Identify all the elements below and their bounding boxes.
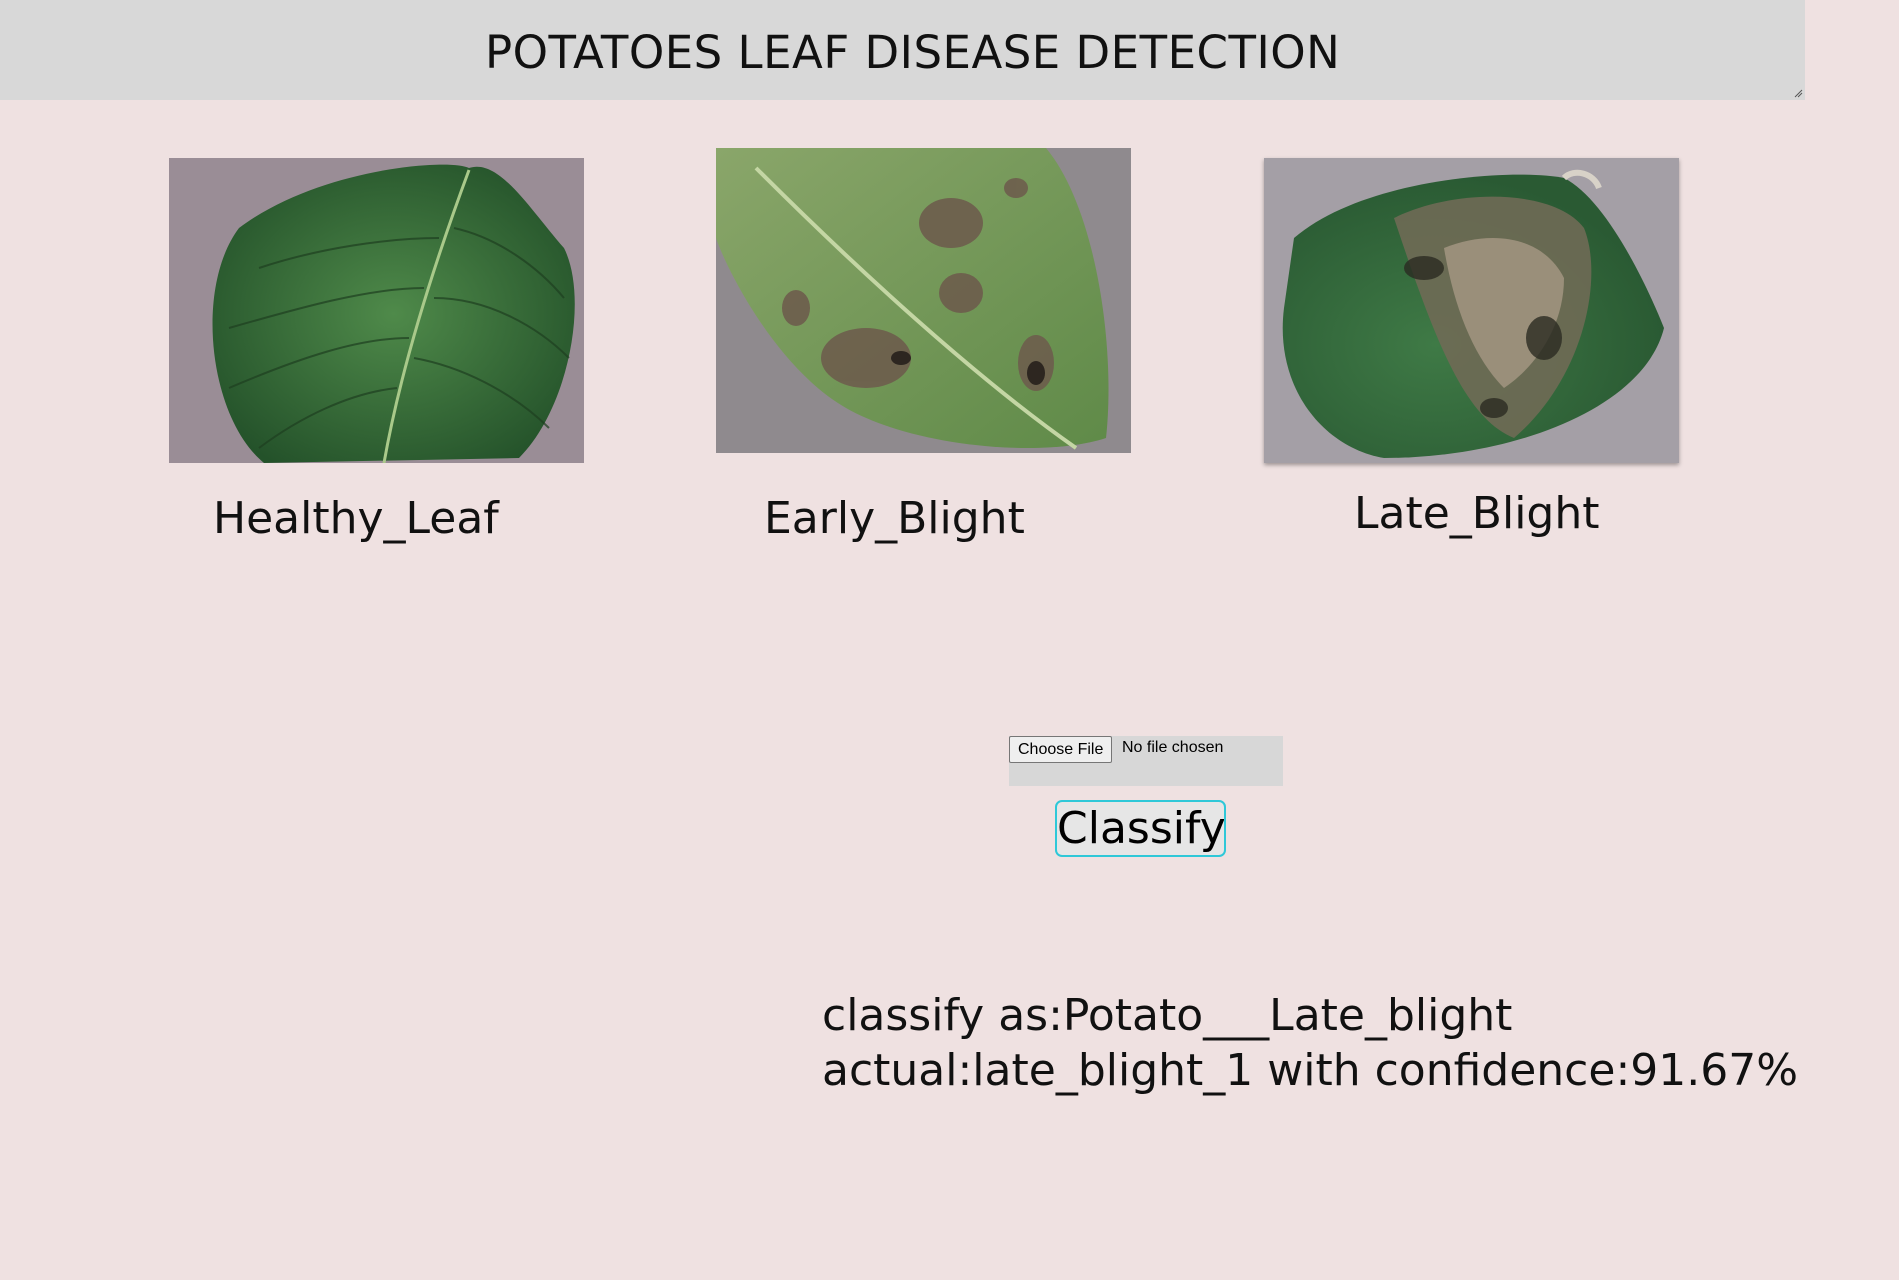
healthy-leaf-label: Healthy_Leaf	[213, 493, 499, 544]
actual-confidence-text: actual:late_blight_1 with confidence:91.…	[822, 1045, 1799, 1096]
late-blight-label: Late_Blight	[1354, 488, 1600, 539]
choose-file-button[interactable]: Choose File	[1009, 736, 1113, 763]
healthy-leaf-image	[169, 158, 584, 463]
file-status-text: No file chosen	[1122, 739, 1224, 756]
late-blight-image	[1264, 158, 1679, 463]
title-textarea[interactable]: POTATOES LEAF DISEASE DETECTION	[0, 0, 1805, 100]
page-title: POTATOES LEAF DISEASE DETECTION	[485, 26, 1341, 79]
early-blight-label: Early_Blight	[764, 493, 1025, 544]
resize-grip-icon[interactable]	[1793, 88, 1803, 98]
file-input[interactable]: Choose File No file chosen	[1009, 736, 1283, 786]
classify-button[interactable]: Classify	[1055, 800, 1226, 857]
classification-result: classify as:Potato___Late_blight	[822, 990, 1513, 1041]
early-blight-image	[716, 148, 1131, 453]
